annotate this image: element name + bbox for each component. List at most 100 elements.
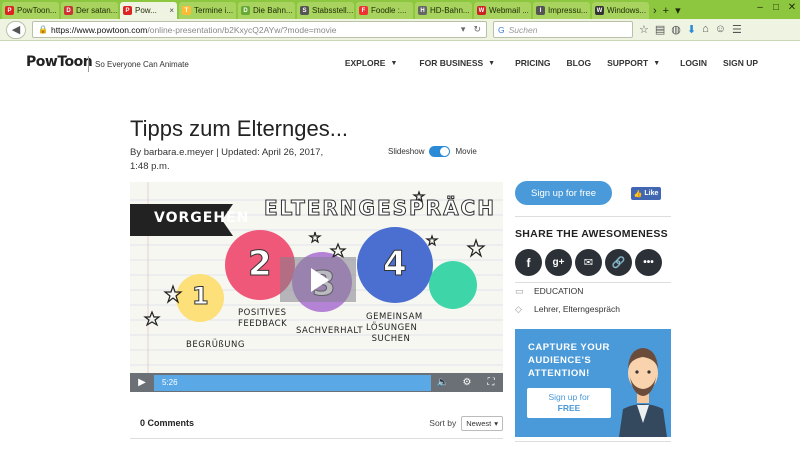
browser-tab[interactable]: H HD-Bahn... [415, 2, 472, 19]
nav-label: PRICING [515, 58, 551, 68]
tab-label: PowToon... [17, 6, 57, 15]
back-button[interactable]: ◀ [6, 20, 26, 39]
new-tab-icon[interactable]: + [663, 5, 669, 17]
like-label: Like [644, 190, 659, 197]
menu-icon[interactable]: ☰ [732, 23, 742, 36]
category-label[interactable]: EDUCATION [534, 286, 583, 296]
settings-gear-icon[interactable]: ⚙ [455, 373, 479, 392]
browser-tab[interactable]: S Stabsstell... [297, 2, 354, 19]
tag-icon: ◇ [515, 303, 522, 314]
browser-tab[interactable]: F Foodle :... [356, 2, 413, 19]
video-banner-text: VORGEHEN [154, 210, 250, 226]
nav-login[interactable]: LOGIN [680, 58, 707, 68]
volume-icon[interactable]: 🔈 [431, 373, 455, 392]
tab-favicon-icon: P [5, 6, 14, 15]
page-title: Tipps zum Elternges... [130, 116, 349, 141]
mode-toggle: Slideshow Movie [388, 146, 477, 157]
comments-divider [130, 438, 503, 439]
sort-select[interactable]: Newest ▾ [461, 415, 503, 431]
bookmark-star-icon[interactable]: ☆ [639, 23, 649, 36]
search-input[interactable]: G Suchen [493, 21, 633, 38]
browser-tab[interactable]: I Impressu... [533, 2, 590, 19]
star-5 [466, 238, 486, 258]
tab-favicon-icon: F [359, 6, 368, 15]
minimize-icon[interactable]: – [752, 0, 768, 14]
tab-label: Webmail ... [489, 6, 529, 15]
facebook-like-button[interactable]: 👍 Like [631, 187, 661, 200]
email-icon[interactable]: ✉ [575, 249, 602, 276]
pocket-icon[interactable]: ◍ [671, 23, 681, 36]
browser-tab[interactable]: P PowToon... [2, 2, 59, 19]
sort-label: Sort by [429, 418, 457, 428]
dropdown-icon[interactable]: ▾ [461, 24, 466, 35]
nav-sign-up[interactable]: SIGN UP [723, 58, 758, 68]
sidebar-divider [515, 216, 671, 217]
tab-favicon-icon: D [241, 6, 250, 15]
nav-pricing[interactable]: PRICING [515, 58, 550, 68]
tab-favicon-icon: W [595, 6, 604, 15]
nav-for-business[interactable]: FOR BUSINESS ▼ [419, 58, 495, 68]
comments-bar: 0 Comments Sort by Newest ▾ [130, 408, 503, 438]
nav-label: EXPLORE [344, 58, 386, 68]
google-plus-icon[interactable]: g+ [545, 249, 572, 276]
tab-list: P PowToon... D Der satan... P Pow... × T Termine… [0, 0, 649, 19]
category-row: ▭ EDUCATION [515, 286, 583, 297]
tab-scroll-right-icon[interactable]: › [653, 5, 657, 17]
reload-icon[interactable]: ↻ [473, 24, 481, 35]
browser-tab[interactable]: P Pow... × [120, 2, 177, 19]
caret-down-icon: ▼ [488, 59, 496, 67]
promo-signup-button[interactable]: Sign up for FREE [527, 388, 611, 418]
progress-bar[interactable]: 5:26 [154, 374, 431, 391]
tab-favicon-icon: I [536, 6, 545, 15]
step-2-number: 2 [248, 244, 273, 285]
share-title: SHARE THE AWESOMENESS [515, 228, 668, 240]
chat-icon[interactable]: ☺ [715, 23, 726, 36]
lock-icon: 🔒 [38, 25, 48, 34]
browser-tab[interactable]: D Der satan... [61, 2, 118, 19]
site-header: PowToon So Everyone Can Animate EXPLORE ▼… [0, 42, 800, 84]
search-placeholder: Suchen [508, 24, 538, 35]
play-button[interactable]: ▶ [130, 373, 154, 392]
reading-list-icon[interactable]: ▤ [655, 23, 665, 36]
link-icon[interactable]: 🔗 [605, 249, 632, 276]
url-bar[interactable]: 🔒 https://www.powtoon.com/online-present… [32, 21, 487, 38]
tags-label[interactable]: Lehrer, Elterngespräch [534, 304, 620, 314]
more-icon[interactable]: ••• [635, 249, 662, 276]
nav-support[interactable]: SUPPORT ▼ [607, 58, 660, 68]
browser-tab[interactable]: D Die Bahn... [238, 2, 295, 19]
toggle-label-movie[interactable]: Movie [455, 147, 476, 156]
search-engine-icon: G [498, 24, 505, 35]
star-2 [143, 310, 161, 327]
nav-blog[interactable]: BLOG [567, 58, 592, 68]
tab-close-icon[interactable]: × [169, 6, 174, 15]
maximize-icon[interactable]: □ [768, 0, 784, 14]
sort-value: Newest [466, 418, 492, 428]
powtoon-logo[interactable]: PowToon [26, 54, 93, 70]
fullscreen-icon[interactable]: ⛶ [479, 373, 503, 392]
sidebar-divider-2 [515, 282, 671, 283]
facebook-icon[interactable]: f [515, 249, 542, 276]
home-icon[interactable]: ⌂ [702, 23, 709, 36]
browser-tab[interactable]: W Windows... [592, 2, 649, 19]
tab-favicon-icon: W [477, 6, 486, 15]
toggle-label-slideshow[interactable]: Slideshow [388, 147, 424, 156]
signup-button[interactable]: Sign up for free [515, 181, 612, 205]
nav-label: SIGN UP [723, 58, 758, 68]
step-1-number: 1 [192, 282, 210, 311]
tab-label: HD-Bahn... [430, 6, 470, 15]
browser-tab[interactable]: W Webmail ... [474, 2, 531, 19]
browser-tab[interactable]: T Termine i... [179, 2, 236, 19]
caret-down-icon: ▼ [653, 59, 661, 67]
mode-toggle-switch[interactable] [429, 146, 451, 157]
tab-label: Impressu... [548, 6, 588, 15]
play-overlay-button[interactable] [280, 257, 356, 302]
downloads-icon[interactable]: ⬇ [687, 23, 696, 36]
tab-label: Der satan... [76, 6, 118, 15]
promo-banner[interactable]: CAPTURE YOUR AUDIENCE'S ATTENTION! Sign … [515, 329, 671, 437]
tab-list-icon[interactable]: ▾ [675, 4, 681, 17]
nav-label: FOR BUSINESS [419, 58, 484, 68]
video-player[interactable]: VORGEHEN ELTERNGESPRÄCH 1234 BEGRÜßUNGPO… [130, 182, 503, 392]
close-window-icon[interactable]: ✕ [784, 0, 800, 14]
tab-label: Die Bahn... [253, 6, 293, 15]
nav-explore[interactable]: EXPLORE ▼ [345, 58, 398, 68]
